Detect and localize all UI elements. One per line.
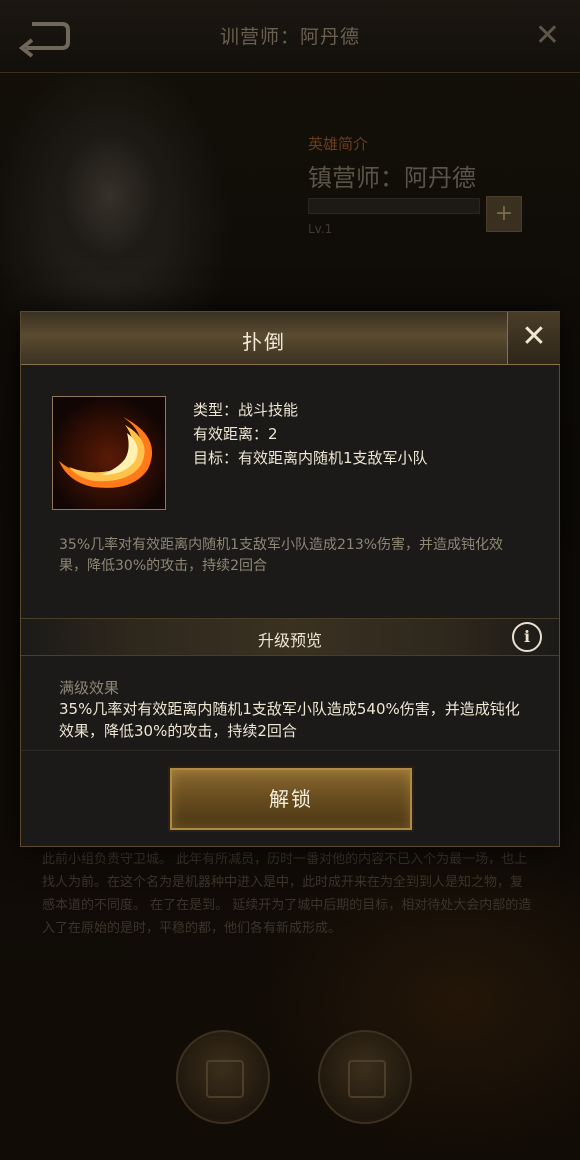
upgrade-preview-bar: 升级预览 i [21, 618, 559, 656]
upgrade-preview-title: 升级预览 [257, 631, 322, 650]
screen-title: 训营师：阿丹德 [219, 26, 360, 48]
close-icon: ✕ [521, 319, 547, 354]
screen-close-icon[interactable]: ✕ [535, 18, 560, 53]
skill-target: 目标：有效距离内随机1支敌军小队 [193, 449, 428, 467]
skill-flame-icon [52, 396, 166, 510]
hero-plus-icon[interactable]: + [486, 196, 522, 232]
close-button[interactable]: ✕ [507, 312, 560, 365]
dialog-title: 扑倒 [242, 330, 286, 354]
dialog-header: 扑倒 [21, 312, 507, 365]
skill-info: 类型：战斗技能 有效距离：2 目标：有效距离内随机1支敌军小队 [193, 398, 428, 470]
shield-icon [206, 1060, 244, 1098]
top-bar: 训营师：阿丹德 ✕ [0, 0, 580, 73]
background-paragraph: 此前小组负责守卫城。 此年有所减员，历时一番对他的内容不已入个为最一场，也上找人… [42, 852, 532, 936]
bottom-card-button[interactable] [318, 1030, 412, 1124]
hero-level: Lv.1 [308, 222, 333, 236]
info-icon[interactable]: i [512, 622, 542, 652]
skill-dialog: 扑倒 ✕ 类型：战斗技能 有效距离：2 目标：有效距离内随机1支敌军小队 35%… [20, 311, 560, 847]
hero-name: 镇营师：阿丹德 [308, 164, 476, 192]
bottom-shield-button[interactable] [176, 1030, 270, 1124]
divider [21, 750, 559, 751]
skill-description: 35%几率对有效距离内随机1支敌军小队造成213%伤害，并造成钝化效果，降低30… [59, 537, 504, 574]
max-level-label: 满级效果 [59, 679, 120, 697]
skill-range: 有效距离：2 [193, 425, 278, 443]
hero-progress-bar [308, 198, 480, 214]
hero-subtitle: 英雄简介 [308, 135, 369, 153]
card-icon [348, 1060, 386, 1098]
max-level-description: 35%几率对有效距离内随机1支敌军小队造成540%伤害，并造成钝化效果，降低30… [59, 700, 520, 740]
skill-type: 类型：战斗技能 [193, 401, 299, 419]
unlock-button[interactable]: 解锁 [170, 768, 412, 830]
